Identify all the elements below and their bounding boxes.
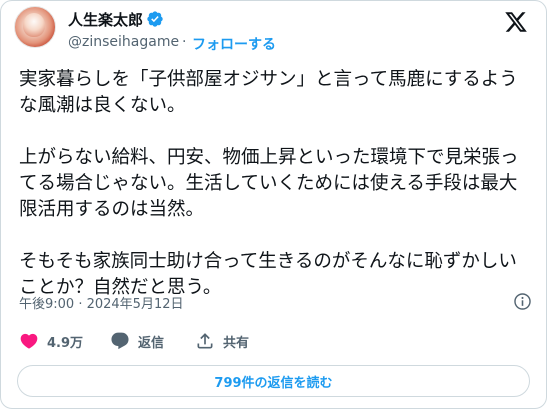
handle-separator: ·: [182, 34, 187, 50]
tweet-timestamp[interactable]: 午後9:00 · 2024年5月12日: [19, 293, 184, 312]
like-button[interactable]: 4.9万: [19, 330, 83, 352]
share-button[interactable]: 共有: [195, 330, 249, 352]
tweet-text: 実家暮らしを「子供部屋オジサン」と言って馬鹿にするような風潮は良くない。 上がら…: [19, 69, 519, 298]
follow-button[interactable]: フォローする: [192, 34, 276, 54]
tweet-card: 人生楽太郎 @zinseihagame · フォローする 実家暮らしを「子供部屋…: [0, 0, 547, 409]
reply-bubble-icon: [111, 332, 129, 350]
like-count: 4.9万: [47, 335, 84, 351]
share-upload-icon: [197, 333, 213, 349]
verified-badge-icon: [147, 11, 163, 27]
heart-icon: [20, 333, 38, 349]
info-icon[interactable]: [513, 292, 532, 311]
read-replies-button[interactable]: 799件の返信を読む: [17, 365, 530, 397]
avatar[interactable]: [14, 6, 56, 48]
author-handle[interactable]: @zinseihagame: [68, 34, 179, 50]
share-label: 共有: [223, 335, 250, 351]
x-logo-icon[interactable]: [504, 10, 528, 34]
reply-label: 返信: [138, 335, 165, 351]
author-name[interactable]: 人生楽太郎: [68, 9, 143, 30]
reply-button[interactable]: 返信: [110, 330, 164, 352]
